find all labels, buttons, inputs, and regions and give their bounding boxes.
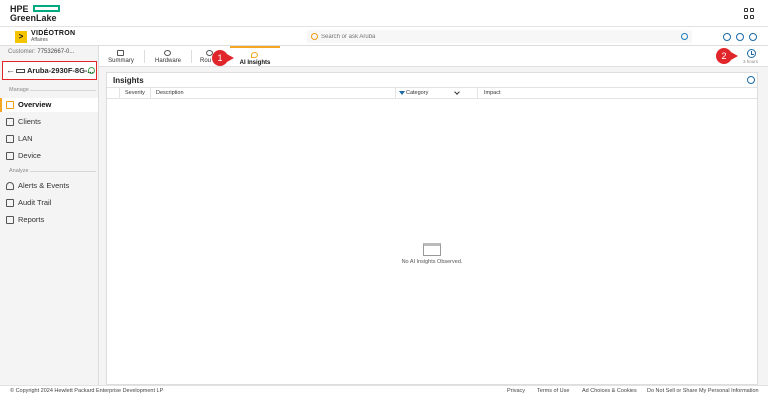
brand-subtitle: Affaires	[31, 37, 48, 43]
search-bar[interactable]	[307, 30, 692, 43]
sidebar-item-label: Overview	[18, 100, 52, 109]
ad-choices-link[interactable]: Ad Choices & Cookies	[582, 388, 637, 394]
app-bar: > VIDÉOTRON Affaires	[0, 27, 768, 46]
audit-icon	[6, 199, 14, 207]
section-divider	[30, 90, 96, 91]
search-icon[interactable]	[681, 33, 688, 40]
chevron-down-icon[interactable]	[454, 89, 460, 95]
sidebar-item-label: LAN	[18, 134, 33, 143]
annotation-marker-2: 2	[716, 48, 742, 64]
sidebar-item-label: Audit Trail	[18, 198, 52, 207]
sidebar-item-alerts-events[interactable]: Alerts & Events	[0, 179, 98, 193]
column-header-impact[interactable]: Impact	[484, 88, 501, 99]
logo-box-icon	[33, 5, 60, 12]
notifications-bell-icon[interactable]	[723, 33, 731, 41]
column-divider	[119, 88, 120, 99]
sidebar-item-lan[interactable]: LAN	[0, 132, 98, 146]
more-options-icon[interactable]	[747, 76, 755, 84]
do-not-sell-link[interactable]: Do Not Sell or Share My Personal Informa…	[647, 388, 759, 394]
sidebar-item-device[interactable]: Device	[0, 149, 98, 163]
footer: © Copyright 2024 Hewlett Packard Enterpr…	[0, 385, 768, 396]
logo-line2: GreenLake	[10, 13, 57, 23]
hpe-top-bar: HPE GreenLake	[0, 0, 768, 27]
customer-label: Customer:	[8, 49, 36, 55]
tab-summary[interactable]: Summary	[103, 46, 139, 66]
bell-icon	[6, 182, 14, 190]
section-label-manage: Manage	[9, 87, 29, 93]
terms-link[interactable]: Terms of Use	[537, 388, 569, 394]
column-header-severity[interactable]: Severity	[125, 88, 145, 99]
history-clock-icon	[747, 49, 756, 58]
sidebar-item-clients[interactable]: Clients	[0, 115, 98, 129]
sidebar-item-reports[interactable]: Reports	[0, 213, 98, 227]
user-account-icon[interactable]	[749, 33, 757, 41]
sidebar-item-overview[interactable]: Overview	[0, 98, 98, 112]
tab-label: Summary	[108, 58, 134, 64]
privacy-link[interactable]: Privacy	[507, 388, 525, 394]
tab-divider	[191, 50, 192, 63]
column-divider	[395, 88, 396, 99]
sidebar-item-audit-trail[interactable]: Audit Trail	[0, 196, 98, 210]
column-divider	[150, 88, 151, 99]
sidebar-item-label: Device	[18, 151, 41, 160]
lan-icon	[6, 135, 14, 143]
back-arrow-icon[interactable]: ←	[6, 65, 15, 75]
column-divider	[477, 88, 478, 99]
reports-icon	[6, 216, 14, 224]
search-input[interactable]	[321, 30, 621, 43]
column-header-category[interactable]: Category	[406, 88, 428, 99]
tab-hardware[interactable]: Hardware	[148, 46, 188, 66]
customer-info: Customer: 77532667-0...	[8, 49, 74, 55]
sidebar: Customer: 77532667-0... ← Aruba-2930F-8G…	[0, 46, 99, 385]
section-divider	[30, 171, 96, 172]
empty-box-icon	[423, 243, 441, 256]
marker-arrow	[729, 51, 738, 61]
clients-icon	[6, 118, 14, 126]
hardware-icon	[164, 50, 171, 56]
sidebar-item-label: Reports	[18, 215, 45, 224]
tab-bar: Summary Hardware Rou AI Insights	[99, 46, 768, 67]
section-label-analyze: Analyze	[9, 168, 29, 174]
time-range-label: 3 hours	[743, 59, 759, 64]
help-icon[interactable]	[736, 33, 744, 41]
sidebar-item-label: Clients	[18, 117, 41, 126]
tab-label: Hardware	[154, 58, 181, 64]
overview-icon	[6, 101, 14, 109]
status-ok-icon	[88, 67, 95, 74]
brand-name: VIDÉOTRON	[31, 30, 76, 37]
empty-state-message: No AI Insights Observed.	[401, 259, 463, 265]
device-name: Aruba-2930F-8G-...	[27, 66, 94, 75]
lightbulb-icon	[251, 52, 258, 58]
column-header-description[interactable]: Description	[156, 88, 184, 99]
switch-icon	[16, 69, 25, 73]
sidebar-item-label: Alerts & Events	[18, 181, 70, 190]
device-selector[interactable]: ← Aruba-2930F-8G-...	[2, 61, 97, 80]
customer-id: 77532667-0...	[37, 49, 75, 55]
tab-divider	[144, 50, 145, 63]
filter-icon[interactable]	[399, 91, 405, 95]
summary-icon	[117, 50, 124, 56]
brand-logo-icon[interactable]: >	[15, 31, 27, 43]
marker-arrow	[225, 53, 234, 63]
table-header: Severity Description Category Impact	[107, 87, 757, 99]
aruba-search-icon	[311, 33, 318, 40]
annotation-marker-1: 1	[212, 50, 238, 66]
time-range-selector[interactable]: 3 hours	[742, 48, 762, 65]
app-launcher-icon[interactable]	[744, 8, 755, 19]
copyright-text: © Copyright 2024 Hewlett Packard Enterpr…	[10, 388, 164, 394]
panel-title: Insights	[113, 76, 144, 85]
insights-panel: Insights Severity Description Category I…	[106, 72, 758, 385]
device-icon	[6, 152, 14, 160]
